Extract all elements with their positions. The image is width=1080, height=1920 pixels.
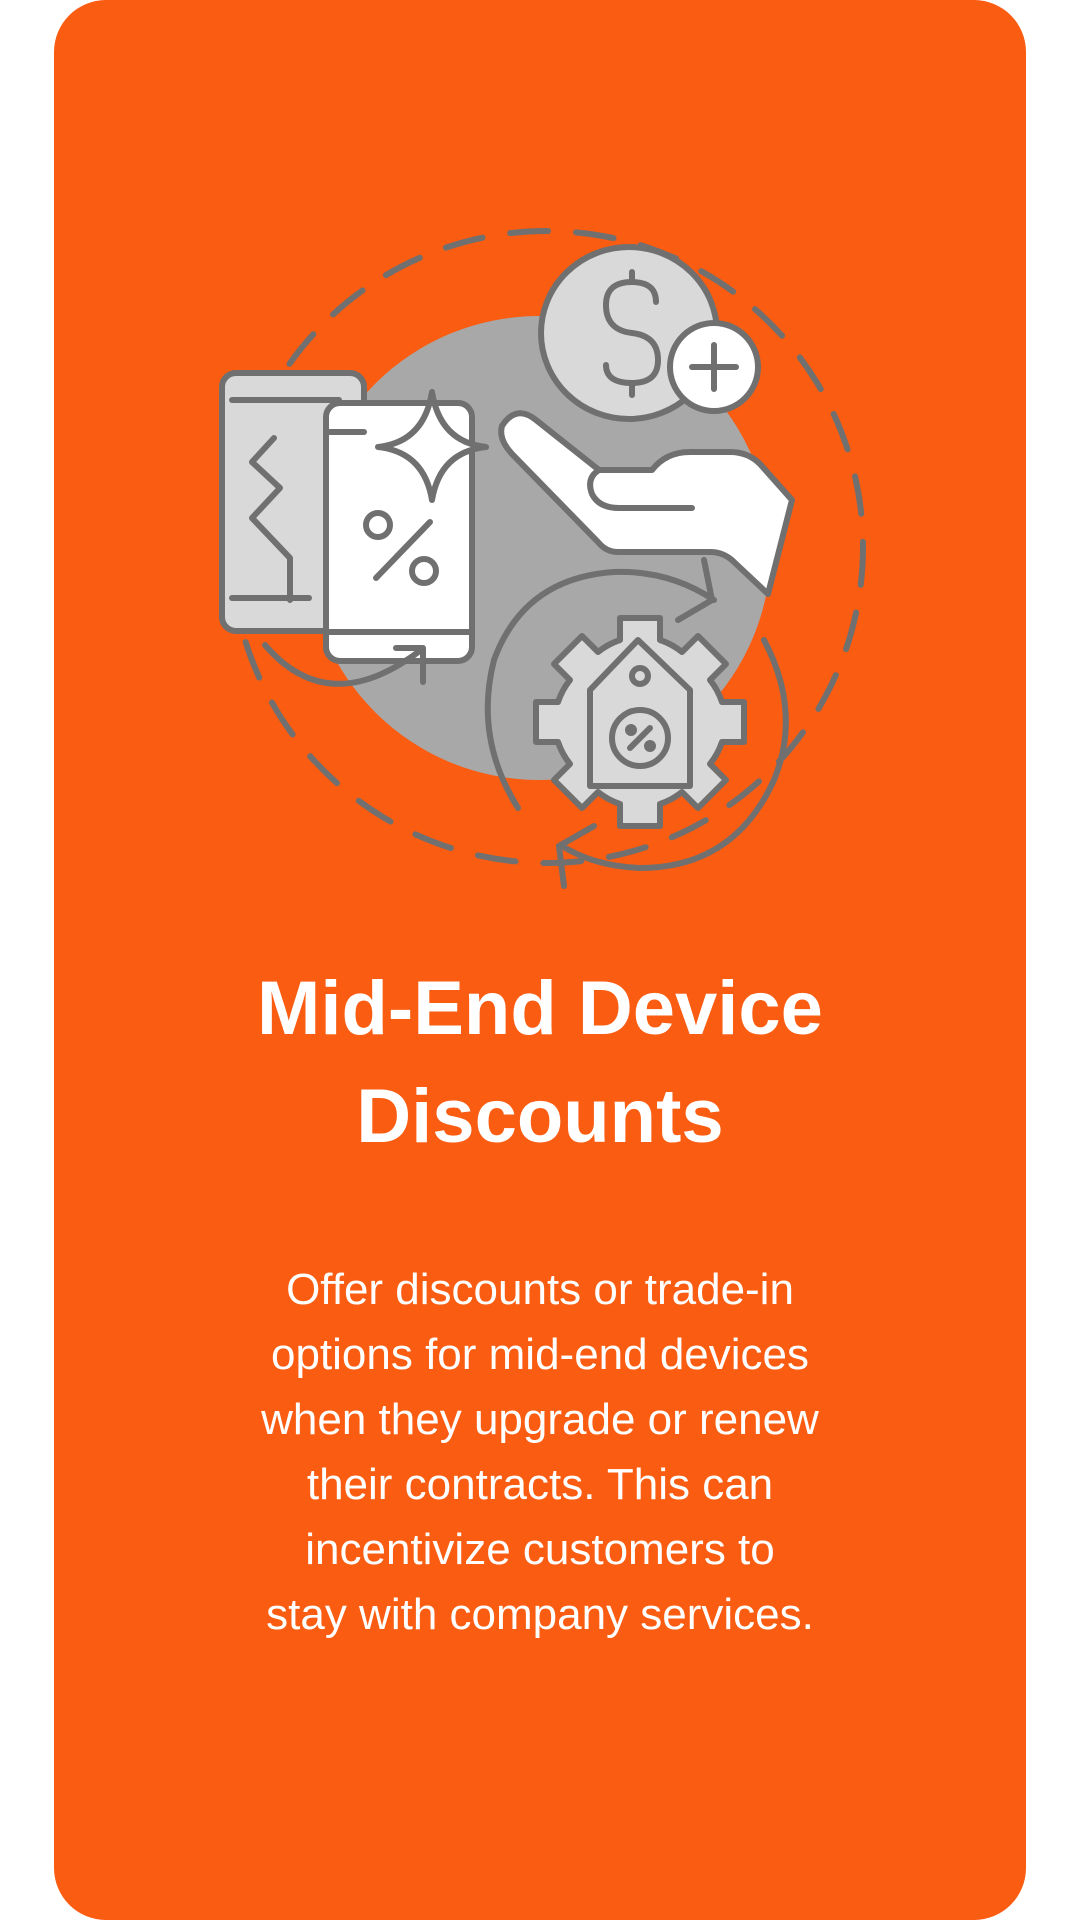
plus-icon bbox=[667, 320, 761, 414]
description-line: options for mid-end devices bbox=[270, 1330, 810, 1379]
device-discount-illustration bbox=[219, 228, 866, 889]
description-line: when they upgrade or renew bbox=[261, 1395, 819, 1444]
title-line-1: Mid-End Device bbox=[257, 966, 823, 1051]
card-title: Mid-End Device Discounts bbox=[54, 955, 1026, 1171]
title-line-2: Discounts bbox=[356, 1074, 724, 1159]
feature-card: Mid-End Device Discounts Offer discounts… bbox=[54, 0, 1026, 1920]
description-line: Offer discounts or trade-in bbox=[286, 1265, 794, 1314]
description-line: their contracts. This can bbox=[306, 1460, 774, 1509]
smartphones-icon bbox=[219, 370, 489, 687]
description-line: incentivize customers to bbox=[305, 1525, 775, 1574]
description-line: stay with company services. bbox=[266, 1590, 814, 1639]
card-description: Offer discounts or trade-in options for … bbox=[54, 1257, 1026, 1647]
